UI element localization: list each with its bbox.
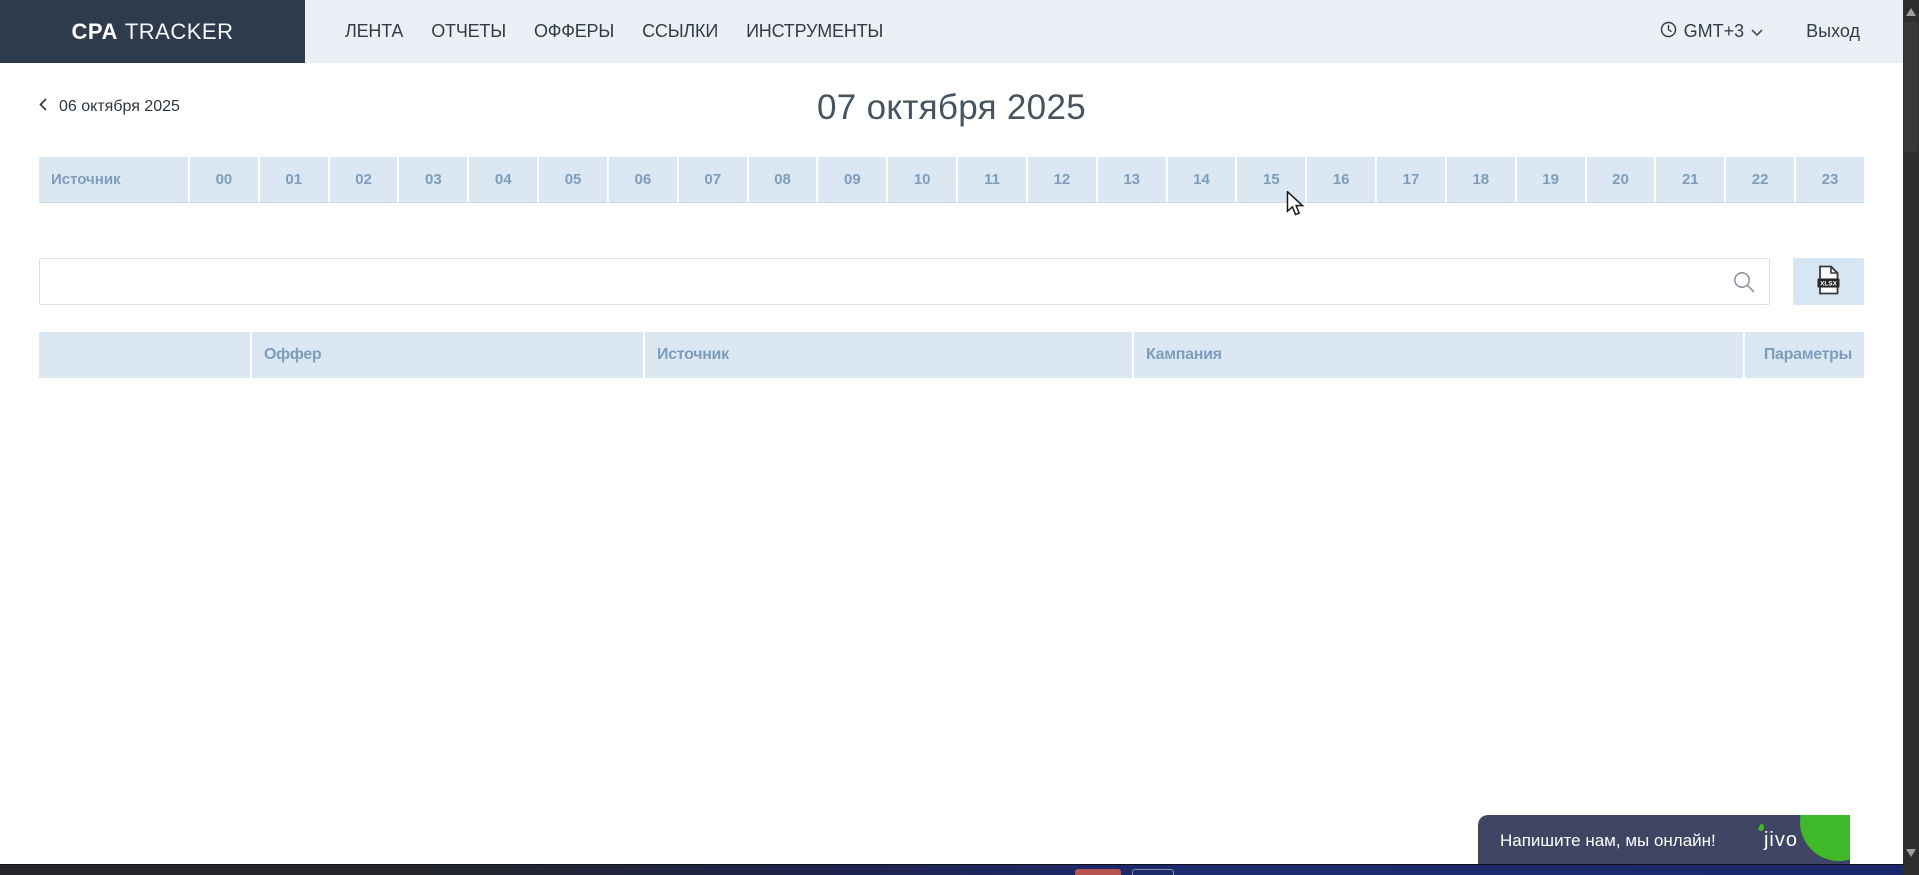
hour-column-header: 09 xyxy=(816,157,886,202)
hour-column-header: 17 xyxy=(1375,157,1445,202)
hour-column-header: 03 xyxy=(397,157,467,202)
below-fold-outline-button xyxy=(1132,869,1174,875)
menu-item-reports[interactable]: ОТЧЕТЫ xyxy=(431,21,506,42)
hour-column-header: 22 xyxy=(1724,157,1794,202)
export-xlsx-button[interactable]: XLSX xyxy=(1793,258,1864,305)
xlsx-badge-text: XLSX xyxy=(1820,281,1837,288)
scrollbar-thumb[interactable] xyxy=(1904,22,1918,152)
hour-column-header: 04 xyxy=(467,157,537,202)
search-row: XLSX xyxy=(39,258,1864,305)
hour-column-header: 11 xyxy=(956,157,1026,202)
below-fold-red-button xyxy=(1075,869,1121,875)
chat-brand-logo: jivo xyxy=(1764,829,1798,852)
vertical-scrollbar[interactable] xyxy=(1903,0,1919,875)
chevron-down-icon xyxy=(1751,21,1763,42)
hour-column-header: 08 xyxy=(747,157,817,202)
hour-column-header: 01 xyxy=(258,157,328,202)
hour-column-header: 13 xyxy=(1096,157,1166,202)
hours-header-row: Источник 0001020304050607080910111213141… xyxy=(39,157,1864,203)
chat-widget[interactable]: Напишите нам, мы онлайн! jivo xyxy=(1478,815,1850,866)
nav-right-group: GMT+3 Выход xyxy=(1660,0,1860,63)
top-navigation-bar: CPA TRACKER ЛЕНТА ОТЧЕТЫ ОФФЕРЫ ССЫЛКИ И… xyxy=(0,0,1903,63)
logout-link[interactable]: Выход xyxy=(1806,21,1860,42)
hour-column-header: 19 xyxy=(1515,157,1585,202)
menu-item-links[interactable]: ССЫЛКИ xyxy=(642,21,718,42)
source-column-header: Источник xyxy=(39,157,188,202)
menu-item-offers[interactable]: ОФФЕРЫ xyxy=(534,21,614,42)
page-title: 07 октября 2025 xyxy=(39,88,1864,128)
source-column-header-2: Источник xyxy=(643,332,1132,378)
below-fold-strip xyxy=(0,864,1903,875)
hour-column-header: 07 xyxy=(677,157,747,202)
page: CPA TRACKER ЛЕНТА ОТЧЕТЫ ОФФЕРЫ ССЫЛКИ И… xyxy=(0,0,1919,875)
hour-column-header: 15 xyxy=(1235,157,1305,202)
scrollbar-up-arrow[interactable] xyxy=(1906,8,1916,16)
hour-column-header: 05 xyxy=(537,157,607,202)
hour-column-header: 23 xyxy=(1794,157,1864,202)
chat-widget-message: Напишите нам, мы онлайн! xyxy=(1478,831,1716,851)
app-logo[interactable]: CPA TRACKER xyxy=(0,0,305,63)
logo-bold-text: CPA xyxy=(72,19,118,45)
parameters-column-header: Параметры xyxy=(1743,332,1864,378)
menu-item-tools[interactable]: ИНСТРУМЕНТЫ xyxy=(746,21,883,42)
search-box xyxy=(39,258,1770,305)
hour-column-header: 00 xyxy=(188,157,258,202)
hour-column-header: 10 xyxy=(886,157,956,202)
main-menu: ЛЕНТА ОТЧЕТЫ ОФФЕРЫ ССЫЛКИ ИНСТРУМЕНТЫ xyxy=(345,0,883,63)
hour-column-header: 12 xyxy=(1026,157,1096,202)
xlsx-file-icon: XLSX xyxy=(1816,265,1841,298)
hour-column-header: 21 xyxy=(1654,157,1724,202)
timezone-selector[interactable]: GMT+3 xyxy=(1660,21,1764,43)
hour-column-header: 06 xyxy=(607,157,677,202)
hour-column-header: 02 xyxy=(328,157,398,202)
hour-column-header: 20 xyxy=(1585,157,1655,202)
chat-leaf-icon xyxy=(1800,815,1850,861)
search-input[interactable] xyxy=(40,259,1769,304)
logo-rest-text: TRACKER xyxy=(125,19,234,45)
empty-column-header xyxy=(39,332,250,378)
menu-item-lenta[interactable]: ЛЕНТА xyxy=(345,21,403,42)
timezone-label: GMT+3 xyxy=(1684,21,1745,42)
search-icon[interactable] xyxy=(1731,269,1757,300)
scrollbar-down-arrow[interactable] xyxy=(1906,849,1916,857)
campaign-column-header: Кампания xyxy=(1132,332,1743,378)
offer-column-header: Оффер xyxy=(250,332,643,378)
hour-column-header: 16 xyxy=(1305,157,1375,202)
hour-column-header: 14 xyxy=(1166,157,1236,202)
clock-icon xyxy=(1660,21,1677,43)
hour-column-header: 18 xyxy=(1445,157,1515,202)
data-table-header-row: Оффер Источник Кампания Параметры xyxy=(39,332,1864,378)
